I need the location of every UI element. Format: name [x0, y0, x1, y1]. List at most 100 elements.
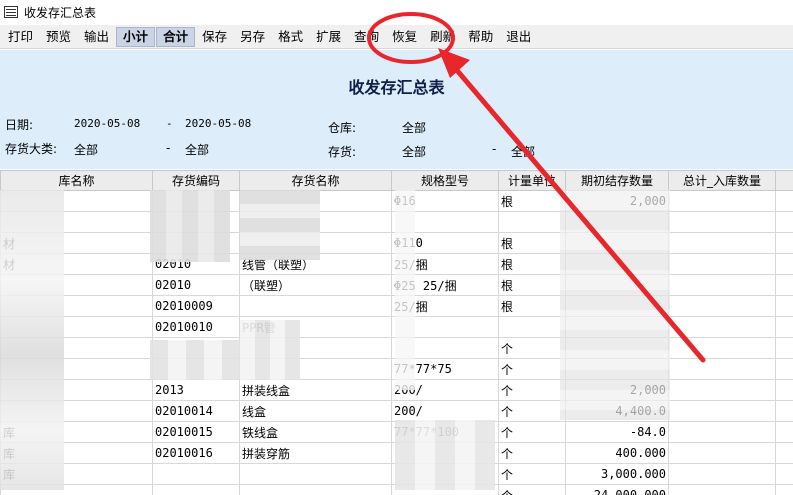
table-cell	[565, 253, 669, 275]
toolbar-button-0[interactable]: 打印	[2, 27, 39, 47]
table-cell: 个	[498, 337, 566, 359]
toolbar-button-4[interactable]: 合计	[156, 26, 196, 47]
category-from-value: 全部	[74, 143, 99, 157]
report-title: 收发存汇总表	[348, 78, 445, 97]
table-cell: 2013	[152, 379, 240, 401]
table-cell: 个	[498, 442, 566, 464]
table-cell	[565, 211, 669, 233]
table-cell: 77*77*100	[391, 421, 499, 443]
window-title: 收发存汇总表	[24, 5, 97, 20]
table-cell	[152, 484, 240, 495]
table-cell	[775, 400, 793, 422]
table-cell	[0, 379, 153, 401]
table-row[interactable]: 个	[0, 337, 793, 359]
column-header[interactable]: 规格型号	[391, 170, 499, 191]
table-cell	[152, 358, 240, 380]
data-grid[interactable]: 库名称 存货编码 存货名称 规格型号 计量单位 期初结存数量 总计_入库数量 Φ16 根 2,0…	[0, 170, 793, 495]
table-cell	[239, 463, 392, 485]
table-cell	[775, 190, 793, 212]
table-cell	[565, 274, 669, 296]
table-cell	[775, 379, 793, 401]
table-cell: 02010014	[152, 400, 240, 422]
table-cell: 根	[498, 274, 566, 296]
table-cell: 02010016	[152, 442, 240, 464]
table-row[interactable]: 材 02010 线管（联塑） 25/捆根	[0, 253, 793, 275]
table-cell	[775, 211, 793, 233]
table-cell	[775, 253, 793, 275]
toolbar-button-2[interactable]: 输出	[78, 27, 115, 47]
table-cell: 02010	[152, 274, 240, 296]
table-row[interactable]: 个24,000.000	[0, 484, 793, 495]
column-header[interactable]: 库名称	[0, 170, 153, 191]
table-cell	[0, 316, 153, 338]
toolbar-button-1[interactable]: 预览	[40, 27, 77, 47]
table-cell	[152, 337, 240, 359]
table-row[interactable]: 材 Φ110 根	[0, 232, 793, 254]
table-cell: 线盒	[239, 400, 392, 422]
table-cell	[0, 295, 153, 317]
table-row[interactable]: 库 02010015 铁线盒 77*77*100 个 -84.0	[0, 421, 793, 443]
table-cell: 25/捆	[391, 295, 499, 317]
toolbar-button-12[interactable]: 帮助	[462, 27, 499, 47]
column-header[interactable]: 存货名称	[239, 170, 392, 191]
toolbar-button-7[interactable]: 格式	[272, 27, 309, 47]
column-header[interactable]: 期初结存数量	[565, 170, 669, 191]
column-header[interactable]: 计量单位	[498, 170, 566, 191]
table-cell: Φ25 25/捆	[391, 274, 499, 296]
toolbar-button-5[interactable]: 保存	[196, 27, 233, 47]
table-cell	[775, 295, 793, 317]
table-cell	[565, 337, 669, 359]
table-cell: 个	[498, 421, 566, 443]
table-cell	[668, 463, 776, 485]
table-cell	[0, 190, 153, 212]
table-cell	[0, 337, 153, 359]
table-cell	[775, 274, 793, 296]
category-separator: -	[166, 141, 171, 155]
table-row[interactable]	[0, 211, 793, 233]
table-row[interactable]: 77*77*75 个	[0, 358, 793, 380]
table-row[interactable]: 02010009 25/捆根	[0, 295, 793, 317]
table-cell	[775, 358, 793, 380]
table-cell	[668, 358, 776, 380]
table-cell: 2,000	[565, 190, 669, 212]
table-row[interactable]: 02010014 线盒 200/个 4,400.0	[0, 400, 793, 422]
toolbar-button-13[interactable]: 退出	[500, 27, 537, 47]
column-header[interactable]: 总计_入库数量	[668, 170, 776, 191]
table-cell	[565, 295, 669, 317]
table-cell	[668, 190, 776, 212]
toolbar-button-3[interactable]: 小计	[116, 26, 156, 47]
table-cell	[565, 358, 669, 380]
toolbar-button-10[interactable]: 恢复	[386, 27, 423, 47]
table-row[interactable]: 2013 拼装线盒 200/个 2,000	[0, 379, 793, 401]
table-row[interactable]: 02010 （联塑） Φ25 25/捆根	[0, 274, 793, 296]
column-header[interactable]	[775, 170, 793, 191]
toolbar-button-6[interactable]: 另存	[234, 27, 271, 47]
toolbar-button-8[interactable]: 扩展	[310, 27, 347, 47]
table-cell: 铁线盒	[239, 421, 392, 443]
table-row[interactable]: 库 个 3,000.000	[0, 463, 793, 485]
table-cell	[668, 400, 776, 422]
table-cell: （联塑）	[239, 274, 392, 296]
table-cell	[239, 211, 392, 233]
table-cell: 库	[0, 442, 153, 464]
table-cell	[565, 316, 669, 338]
table-cell: 拼装穿筋	[239, 442, 392, 464]
table-cell: 个	[498, 358, 566, 380]
table-cell	[239, 337, 392, 359]
table-cell: 材	[0, 253, 153, 275]
table-cell: PPR管	[239, 316, 392, 338]
toolbar-button-11[interactable]: 刷新	[424, 27, 461, 47]
category-label: 存货大类:	[5, 142, 58, 156]
table-cell: 根	[498, 253, 566, 275]
table-row[interactable]: 库 02010016 拼装穿筋 个 400.000	[0, 442, 793, 464]
table-cell	[775, 484, 793, 495]
category-to-value: 全部	[185, 143, 210, 157]
toolbar-button-9[interactable]: 查询	[348, 27, 385, 47]
table-cell	[668, 337, 776, 359]
column-header[interactable]: 存货编码	[152, 170, 240, 191]
table-row[interactable]: Φ16 根 2,000	[0, 190, 793, 212]
table-row[interactable]: 02010010 PPR管	[0, 316, 793, 338]
table-cell	[498, 316, 566, 338]
table-cell	[668, 379, 776, 401]
table-cell	[239, 484, 392, 495]
